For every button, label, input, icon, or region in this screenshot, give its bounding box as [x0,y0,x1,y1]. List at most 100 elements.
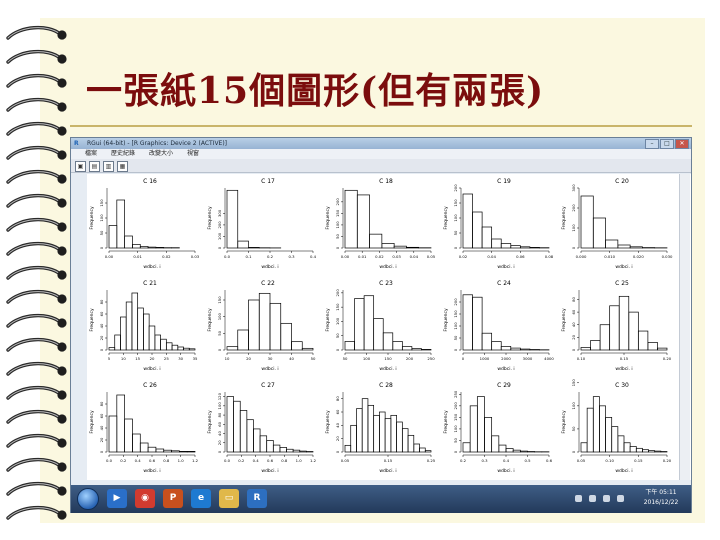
x-tick-label: 35 [193,356,198,361]
x-tick-label: 0.01 [133,254,142,259]
close-button[interactable]: ✕ [675,139,689,149]
histogram-bar [401,428,409,453]
histogram-bar [279,447,287,453]
copy-metafile-icon[interactable]: ▣ [75,161,86,172]
y-tick-label: 200 [335,289,340,297]
histogram-bar [637,330,649,351]
y-tick-label: 100 [571,402,576,410]
y-tick-label: 200 [453,184,458,192]
x-tick-label: 0.5 [524,458,531,463]
histogram-bar [171,450,180,453]
histogram-bar [510,347,521,351]
r-logo-icon: R [74,140,79,147]
histogram-bar [226,189,239,249]
histogram-bar [654,450,662,453]
vertical-scrollbar[interactable] [679,174,690,480]
y-tick-label: 60 [99,413,104,418]
histogram-bar [469,405,478,453]
histogram-title: C 24 [497,280,511,287]
x-axis-label: wdbci. i [261,468,278,474]
histogram-bar [413,443,420,453]
histogram-title: C 21 [143,280,157,287]
x-tick-label: 50 [311,356,316,361]
histogram-bar [226,346,239,351]
histogram-bar [354,298,365,351]
y-tick-label: 0 [453,246,458,249]
x-tick-label: 0.6 [546,458,553,463]
histogram-bar [171,344,179,351]
menu-windows[interactable]: 視窗 [187,149,199,159]
media-player-icon[interactable]: ▶ [107,489,127,508]
y-axis-label: Frequency [207,308,213,332]
histogram-bar [592,396,600,453]
histogram-bar [462,294,473,351]
histogram-bar [165,342,173,351]
x-tick-label: 0.02 [459,254,468,259]
window-titlebar[interactable]: R RGui (64-bit) - [R Graphics: Device 2 … [71,138,691,149]
x-tick-label: 0.02 [162,254,171,259]
histogram-bar [253,428,261,453]
x-tick-label: 0.2 [120,458,127,463]
histogram-bar [590,340,601,351]
clock[interactable]: 下午 05:11 2016/12/22 [637,488,685,508]
histogram-panel: C 27 Frequency wdbci. i 0 20 40 60 80 100 120 0.0 0… [207,382,317,474]
chrome-icon[interactable]: ◉ [135,489,155,508]
r-graphics-window[interactable]: R RGui (64-bit) - [R Graphics: Device 2 … [70,137,692,513]
x-tick-label: 0.8 [281,458,288,463]
x-tick-label: 0.000 [576,254,587,259]
histogram-bar [233,400,241,453]
toolbar: ▣ ▤ ▥ ▦ [71,159,691,173]
y-tick-label: 200 [335,198,340,206]
flag-icon[interactable] [617,495,624,502]
histogram-bar [120,316,127,351]
histogram-bar [635,447,643,453]
x-tick-label: 10 [225,356,230,361]
r-icon[interactable]: R [247,489,267,508]
menu-file[interactable]: 檔案 [85,149,97,159]
histogram-bar [155,247,165,249]
histogram-bar [519,246,531,249]
x-axis-label: wdbci. i [497,366,514,372]
y-tick-label: 150 [217,296,222,304]
network-icon[interactable] [589,495,596,502]
volume-icon[interactable] [603,495,610,502]
folder-icon[interactable]: ▭ [219,489,239,508]
histogram-bar [183,347,190,351]
y-tick-label: 0 [217,348,222,351]
x-tick-label: 1.2 [310,458,317,463]
histogram-bar [177,346,184,351]
histogram-bar [498,444,507,453]
y-tick-label: 0 [571,348,576,351]
y-axis-label: Frequency [89,308,95,332]
histogram-panel: C 17 Frequency wdbci. i 0 100 200 300 0.0 0.1 0.2… [207,178,317,270]
x-tick-label: 0.4 [503,458,510,463]
histogram-bar [580,442,588,453]
y-tick-label: 100 [217,312,222,320]
menu-resize[interactable]: 改變大小 [149,149,173,159]
y-tick-label: 200 [217,221,222,229]
histogram-panel: C 16 Frequency wdbci. i 0 50 100 150 0.00 0.01 0.… [89,178,200,270]
x-axis-label: wdbci. i [143,366,160,372]
x-tick-label: 0.020 [633,254,644,259]
y-tick-label: 0 [217,246,222,249]
x-tick-label: 30 [268,356,273,361]
maximize-button[interactable]: □ [660,139,674,149]
histogram-bar [116,199,125,249]
menu-history[interactable]: 歷史紀錄 [111,149,135,159]
y-axis-label: Frequency [207,410,213,434]
x-tick-label: 0.4 [135,458,142,463]
spiral-ring [6,218,67,232]
tray-arrow-icon[interactable] [575,495,582,502]
copy-bitmap-icon[interactable]: ▤ [89,161,100,172]
histogram-bar [301,347,314,351]
histogram-bar [586,407,594,453]
powerpoint-icon[interactable]: P [163,489,183,508]
y-tick-label: 20 [335,436,340,441]
x-tick-label: 0.05 [341,458,350,463]
start-button[interactable] [77,488,99,510]
minimize-button[interactable]: – [645,139,659,149]
ie-icon[interactable]: e [191,489,211,508]
save-icon[interactable]: ▥ [103,161,114,172]
y-tick-label: 100 [335,221,340,229]
print-icon[interactable]: ▦ [117,161,128,172]
